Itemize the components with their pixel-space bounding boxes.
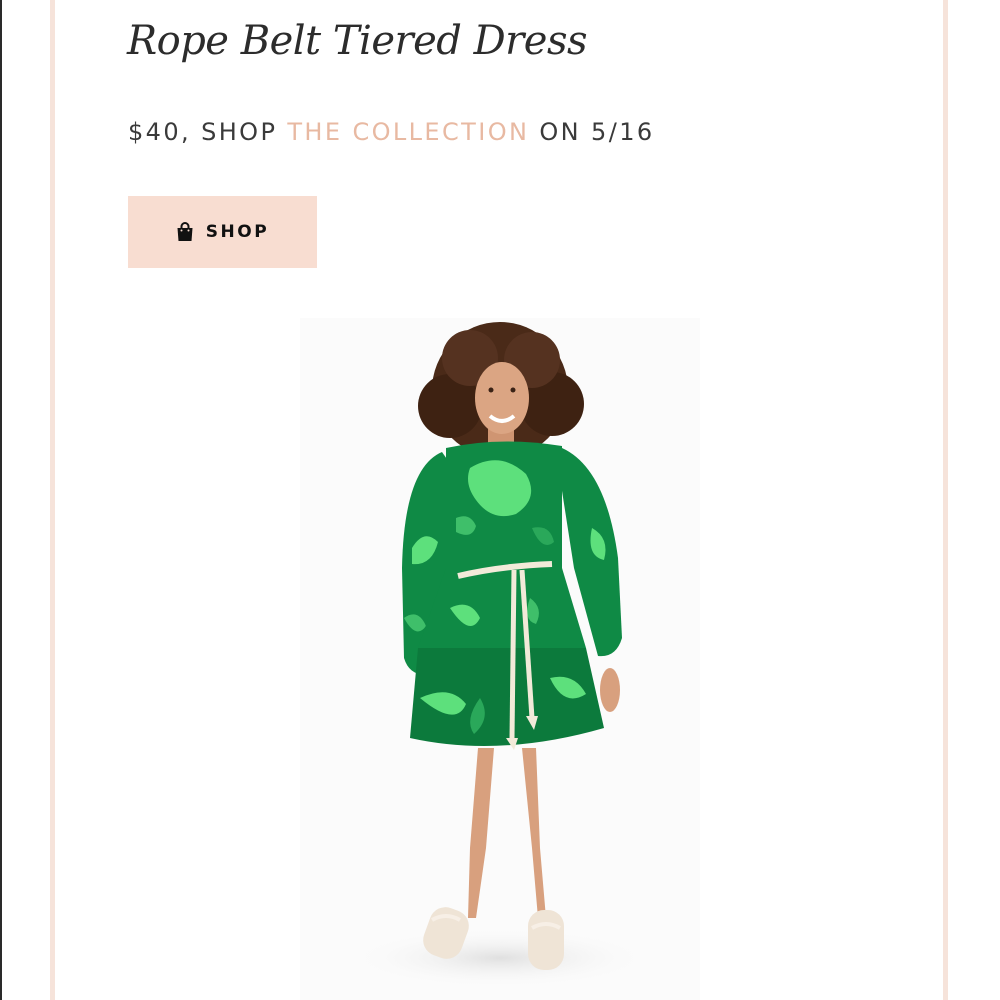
- model-illustration: [350, 322, 650, 988]
- price-line: $40, SHOP THE COLLECTION ON 5/16: [128, 118, 655, 146]
- product-title: Rope Belt Tiered Dress: [127, 18, 588, 64]
- window-edge: [0, 0, 2, 1000]
- shop-button-label: SHOP: [205, 222, 270, 242]
- product-image[interactable]: [300, 318, 700, 1000]
- product-card-page: Rope Belt Tiered Dress $40, SHOP THE COL…: [0, 0, 1000, 1000]
- card-border-left: [50, 0, 55, 1000]
- price-suffix: ON 5/16: [529, 118, 655, 146]
- price-prefix: $40, SHOP: [128, 118, 288, 146]
- collection-link[interactable]: THE COLLECTION: [287, 118, 529, 146]
- shopping-bag-icon: [176, 222, 194, 242]
- shop-button[interactable]: SHOP: [128, 196, 317, 268]
- card-border-right: [943, 0, 948, 1000]
